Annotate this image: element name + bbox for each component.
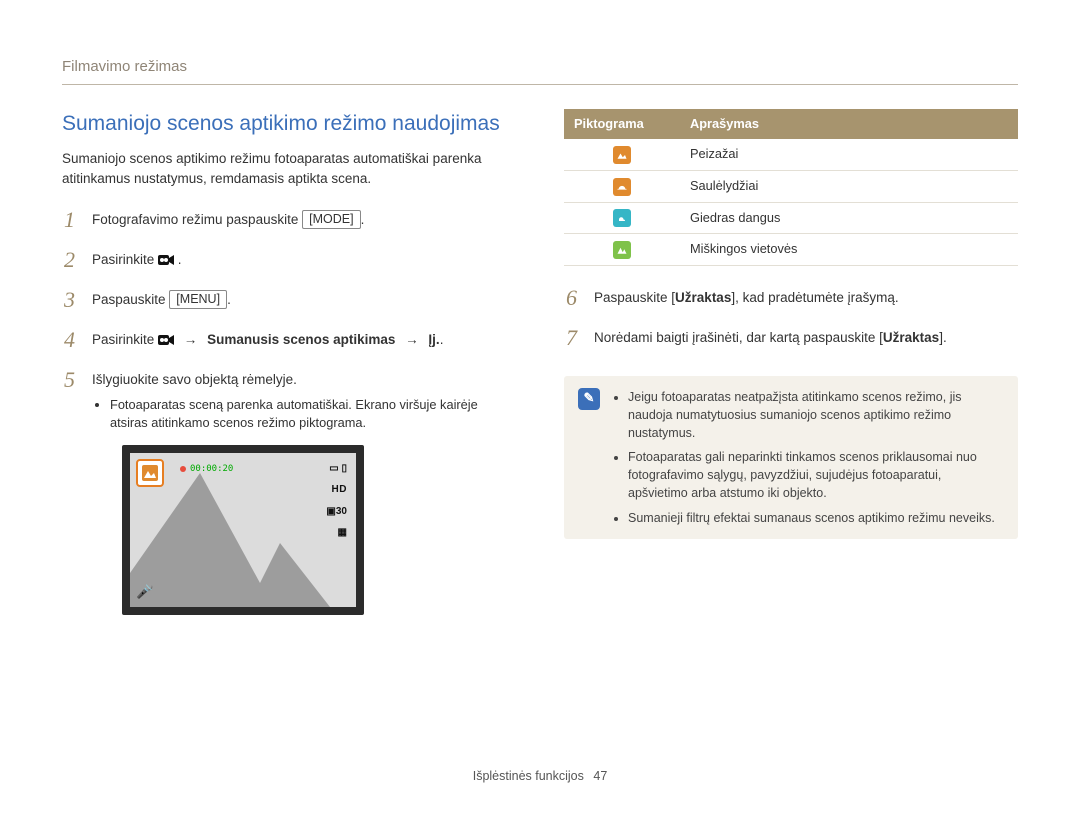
- info-item: Fotoaparatas gali neparinkti tinkamos sc…: [628, 448, 1004, 502]
- arrow-right-icon: →: [405, 332, 419, 347]
- video-mode-icon: [158, 332, 174, 352]
- record-dot-icon: [180, 466, 186, 472]
- step-text: Pasirinkite: [92, 332, 158, 347]
- elapsed-time: 00:00:20: [190, 463, 233, 476]
- table-row: Giedras dangus: [564, 202, 1018, 234]
- desc-cell: Miškingos vietovės: [680, 234, 1018, 266]
- forest-icon: [613, 241, 631, 259]
- right-column: Piktograma Aprašymas PeizažaiSaulėlydžia…: [564, 109, 1018, 619]
- step-6: Paspauskite [Užraktas], kad pradėtumėte …: [564, 284, 1018, 318]
- icon-cell: [564, 202, 680, 234]
- camera-preview: 00:00:20 ▭ ▯ HD ▣30 ▦ 🎤: [122, 445, 364, 615]
- footer-label: Išplėstinės funkcijos: [473, 769, 584, 783]
- hd-badge: HD: [329, 482, 350, 499]
- mic-icon: 🎤: [136, 581, 153, 601]
- icon-cell: [564, 234, 680, 266]
- sunset-icon: [613, 178, 631, 196]
- step-5-sublist: Fotoaparatas sceną parenka automatiškai.…: [110, 396, 516, 433]
- steps-list-right: Paspauskite [Užraktas], kad pradėtumėte …: [564, 284, 1018, 358]
- scene-icon-table: Piktograma Aprašymas PeizažaiSaulėlydžia…: [564, 109, 1018, 266]
- fps-badge: ▣30: [323, 504, 350, 521]
- desc-cell: Saulėlydžiai: [680, 170, 1018, 202]
- scene-badge: [136, 459, 164, 487]
- step-1: Fotografavimo režimu paspauskite [MODE].: [62, 206, 516, 240]
- page-number: 47: [593, 769, 607, 783]
- step-2: Pasirinkite .: [62, 246, 516, 280]
- mode-button-label: [MODE]: [302, 210, 360, 229]
- sky-icon: [613, 209, 631, 227]
- menu-button-label: [MENU]: [169, 290, 227, 309]
- shutter-label: Užraktas: [883, 330, 939, 345]
- icon-cell: [564, 170, 680, 202]
- steps-list-left: Fotografavimo režimu paspauskite [MODE].…: [62, 206, 516, 619]
- info-box: ✎ Jeigu fotoaparatas neatpažįsta atitink…: [564, 376, 1018, 539]
- divider: [62, 84, 1018, 85]
- step-text: Išlygiuokite savo objektą rėmelyje.: [92, 372, 297, 387]
- step-text: Paspauskite: [92, 292, 169, 307]
- step-text: Norėdami baigti įrašinėti, dar kartą pas…: [594, 330, 883, 345]
- table-row: Saulėlydžiai: [564, 170, 1018, 202]
- step-text: Fotografavimo režimu paspauskite: [92, 212, 302, 227]
- table-header-icon: Piktograma: [564, 109, 680, 140]
- option-on: Įj.: [428, 332, 439, 347]
- section-label: Filmavimo režimas: [62, 56, 1018, 78]
- arrow-right-icon: →: [184, 332, 198, 347]
- recording-time: 00:00:20: [180, 463, 233, 476]
- desc-cell: Peizažai: [680, 139, 1018, 170]
- intro-text: Sumaniojo scenos aptikimo režimu fotoapa…: [62, 149, 516, 188]
- icon-cell: [564, 139, 680, 170]
- page-footer: Išplėstinės funkcijos 47: [0, 767, 1080, 785]
- info-item: Sumanieji filtrų efektai sumanaus scenos…: [628, 509, 1004, 527]
- step-5-note: Fotoaparatas sceną parenka automatiškai.…: [110, 396, 516, 433]
- step-text: Paspauskite [: [594, 290, 675, 305]
- grid-icon: ▦: [335, 525, 350, 542]
- step-4: Pasirinkite → Sumanusis scenos aptikimas…: [62, 326, 516, 360]
- landscape-icon: [613, 146, 631, 164]
- page-title: Sumaniojo scenos aptikimo režimo naudoji…: [62, 109, 516, 139]
- table-row: Miškingos vietovės: [564, 234, 1018, 266]
- landscape-icon: [142, 465, 158, 481]
- table-row: Peizažai: [564, 139, 1018, 170]
- info-icon: ✎: [578, 388, 600, 410]
- video-mode-icon: [158, 252, 174, 272]
- step-5: Išlygiuokite savo objektą rėmelyje. Foto…: [62, 366, 516, 619]
- info-list: Jeigu fotoaparatas neatpažįsta atitinkam…: [612, 388, 1004, 527]
- shutter-label: Užraktas: [675, 290, 731, 305]
- left-column: Sumaniojo scenos aptikimo režimo naudoji…: [62, 109, 516, 619]
- step-7: Norėdami baigti įrašinėti, dar kartą pas…: [564, 324, 1018, 358]
- step-3: Paspauskite [MENU].: [62, 286, 516, 320]
- info-item: Jeigu fotoaparatas neatpažįsta atitinkam…: [628, 388, 1004, 442]
- table-header-desc: Aprašymas: [680, 109, 1018, 140]
- battery-icon: ▭ ▯: [326, 461, 350, 478]
- option-name: Sumanusis scenos aptikimas: [207, 332, 395, 347]
- desc-cell: Giedras dangus: [680, 202, 1018, 234]
- step-text: Pasirinkite: [92, 252, 158, 267]
